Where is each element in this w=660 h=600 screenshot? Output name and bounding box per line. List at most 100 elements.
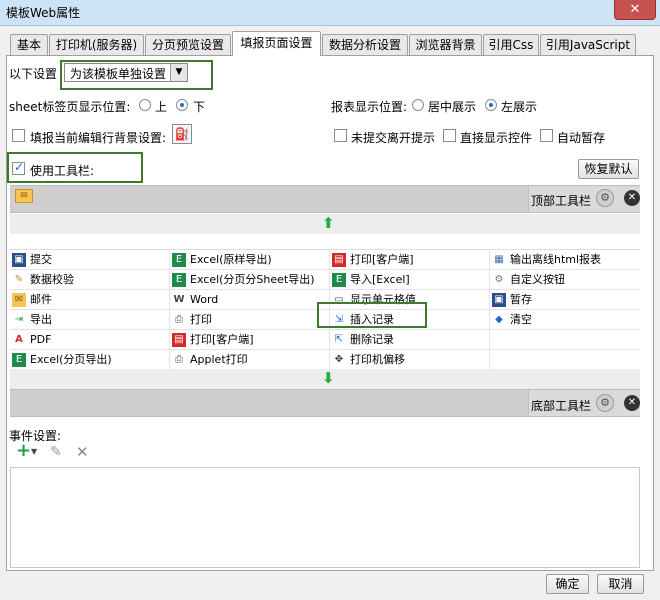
gear-icon[interactable]: ⚙ [596,394,614,412]
toolbar-item-pdf[interactable]: A PDF [10,330,170,350]
printer-icon: ⎙ [175,354,183,365]
pdf-print-icon: ▤ [172,333,186,347]
toolbar-item-label: 暂存 [510,293,532,306]
excel-icon: E [172,253,186,267]
toolbar-item-offline-html[interactable]: ▦ 输出离线html报表 [490,250,640,270]
cancel-button[interactable]: 取消 [597,574,644,594]
tab-paging-preview[interactable]: 分页预览设置 [145,34,231,55]
unsubmitted-checkbox[interactable] [334,129,347,142]
tab-browser-bg[interactable]: 浏览器背景 [409,34,482,55]
envelope-icon: ✉ [12,293,26,307]
paint-bucket-icon[interactable]: ⛽ [172,124,192,144]
toolbar-item-stash[interactable]: ▣ 暂存 [490,290,640,310]
event-list[interactable] [10,467,640,568]
toolbar-item-label: 输出离线html报表 [510,253,602,266]
restore-default-button[interactable]: 恢复默认 [578,159,639,179]
printer-icon: ⎙ [175,314,183,325]
toolbar-item-label: 打印机偏移 [350,353,405,366]
toolbar-item-label: Applet打印 [190,353,248,366]
toolbar-item-label: 邮件 [30,293,52,306]
report-center-radio[interactable] [412,99,424,111]
toolbar-item-label: Excel(分页导出) [30,353,112,366]
toolbar-item-mail[interactable]: ✉ 邮件 [10,290,170,310]
toolbar-item-print[interactable]: ⎙ 打印 [170,310,330,330]
sheet-top-label: 上 [155,100,168,114]
arrow-up-icon[interactable]: ⬆ [322,215,335,231]
pencil-icon: ✎ [14,274,24,285]
toolbar-item-print-client-2[interactable]: ▤ 打印[客户端] [170,330,330,350]
toolbar-item-export[interactable]: ⇥ 导出 [10,310,170,330]
edit-icon[interactable]: ✎ [50,444,62,460]
toolbar-item-empty [490,330,640,350]
toolbar-item-word[interactable]: W Word [170,290,330,310]
envelope-icon[interactable]: ✉ [15,189,33,203]
tab-css[interactable]: 引用Css [483,34,539,55]
gear-icon[interactable]: ⚙ [596,189,614,207]
toolbar-item-label: 打印[客户端] [190,333,254,346]
toolbar-item-import-excel[interactable]: E 导入[Excel] [330,270,490,290]
toolbar-item-delete-record[interactable]: ⇱ 删除记录 [330,330,490,350]
toolbar-item-label: 打印 [190,313,212,326]
toolbar-item-label: 打印[客户端] [350,253,414,266]
toolbar-item-print-client[interactable]: ▤ 打印[客户端] [330,250,490,270]
toolbar-item-label: 清空 [510,313,532,326]
title-bar [0,0,660,26]
report-left-radio[interactable] [485,99,497,111]
report-position-label: 报表显示位置: [331,100,408,114]
toolbar-item-label: 数据校验 [30,273,74,286]
eraser-icon: ◆ [495,314,503,325]
toolbar-item-printer-offset[interactable]: ✥ 打印机偏移 [330,350,490,370]
arrow-down-icon[interactable]: ⬇ [322,370,335,386]
window-title: 模板Web属性 [6,6,81,20]
sheet-top-radio[interactable] [139,99,151,111]
remove-icon[interactable]: ✕ [624,190,640,206]
toolbar-item-data-validate[interactable]: ✎ 数据校验 [10,270,170,290]
highlight-box [7,152,143,183]
toolbar-item-label: 删除记录 [350,333,394,346]
delete-icon[interactable]: ✕ [76,443,89,461]
ok-button[interactable]: 确定 [546,574,589,594]
top-toolbar-label: 顶部工具栏 [531,194,592,208]
toolbar-item-excel-paged[interactable]: E Excel(分页导出) [10,350,170,370]
toolbar-item-excel-sheet[interactable]: E Excel(分页分Sheet导出) [170,270,330,290]
toolbar-item-clear[interactable]: ◆ 清空 [490,310,640,330]
tab-javascript[interactable]: 引用JavaScript [540,34,636,55]
unsubmitted-label: 未提交离开提示 [351,131,436,145]
tab-printer-server[interactable]: 打印机(服务器) [49,34,144,55]
tab-fill-page[interactable]: 填报页面设置 [232,31,321,56]
move-icon: ✥ [334,354,344,365]
report-center-label: 居中展示 [428,100,477,114]
toolbar-item-label: 导出 [30,313,52,326]
toolbar-item-submit[interactable]: ▣ 提交 [10,250,170,270]
tab-basic[interactable]: 基本 [10,34,48,55]
tab-data-analysis[interactable]: 数据分析设置 [322,34,408,55]
html-report-icon: ▦ [494,254,504,265]
toolbar-item-label: 自定义按钮 [510,273,565,286]
bottom-toolbar-label: 底部工具栏 [531,399,592,413]
toolbar-item-applet-print[interactable]: ⎙ Applet打印 [170,350,330,370]
toolbar-item-custom-button[interactable]: ⚙ 自定义按钮 [490,270,640,290]
pdf-print-icon: ▤ [332,253,346,267]
save-icon: ▣ [492,293,506,307]
toolbar-item-label: Word [190,293,219,306]
toolbar-item-label: PDF [30,333,52,346]
highlight-box [60,60,213,90]
export-icon: ⇥ [14,314,24,325]
report-left-label: 左展示 [501,100,538,114]
sheet-bottom-radio[interactable] [176,99,188,111]
chevron-down-icon[interactable]: ▼ [31,447,37,456]
save-icon: ▣ [12,253,26,267]
highlight-box [317,302,427,328]
toolbar-item-excel-origin[interactable]: E Excel(原样导出) [170,250,330,270]
toolbar-item-label: Excel(分页分Sheet导出) [190,273,315,286]
excel-icon: E [172,273,186,287]
autosave-checkbox[interactable] [540,129,553,142]
window-close-button[interactable]: ✕ [614,0,656,20]
toolbar-item-label: 导入[Excel] [350,273,410,286]
fill-bg-checkbox[interactable] [12,129,25,142]
add-icon[interactable]: + [16,442,31,460]
direct-show-checkbox[interactable] [443,129,456,142]
excel-icon: E [12,353,26,367]
sheet-bottom-label: 下 [193,100,206,114]
remove-icon[interactable]: ✕ [624,395,640,411]
